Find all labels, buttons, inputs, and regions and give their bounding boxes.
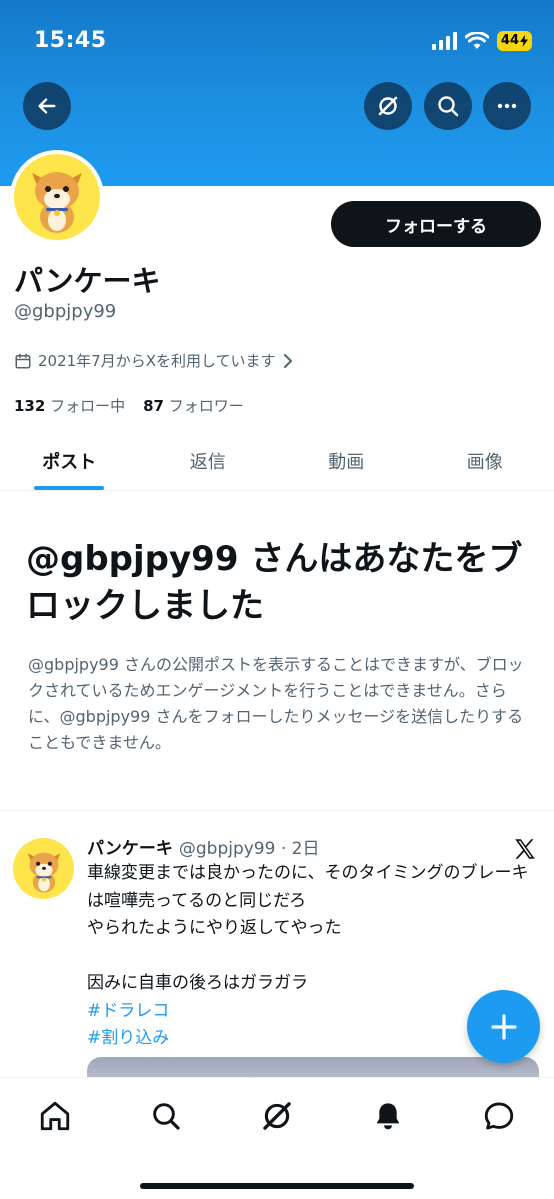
tab-label: 返信 — [189, 452, 226, 473]
shiba-dog-avatar — [32, 172, 82, 233]
plus-icon — [490, 1013, 517, 1040]
status-bar: 15:45 44 — [0, 0, 554, 80]
nav-grok[interactable] — [253, 1092, 301, 1140]
search-button[interactable] — [424, 82, 472, 130]
grok-icon — [263, 1102, 291, 1130]
battery-indicator: 44 — [496, 31, 532, 51]
compose-button[interactable] — [467, 990, 540, 1063]
section-divider — [0, 810, 554, 811]
nav-messages[interactable] — [475, 1092, 523, 1140]
tab-replies[interactable]: 返信 — [139, 432, 278, 490]
follow-button[interactable]: フォローする — [331, 201, 541, 247]
tweet-meta: @gbpjpy99 · 2日 — [178, 839, 320, 859]
shiba-dog-avatar — [27, 852, 60, 893]
signal-icon — [431, 32, 457, 50]
tab-label: 画像 — [466, 452, 503, 473]
followers-count: 87 — [143, 397, 164, 415]
profile-tabs: ポスト 返信 動画 画像 — [0, 432, 554, 491]
tab-label: 動画 — [328, 452, 365, 473]
tab-videos[interactable]: 動画 — [277, 432, 416, 490]
back-arrow-icon — [38, 98, 56, 114]
follow-stats: 132 フォロー中 87 フォロワー — [14, 395, 244, 416]
x-logo-icon — [515, 839, 535, 859]
status-icons: 44 — [431, 28, 532, 54]
wifi-icon — [464, 32, 489, 49]
following-count: 132 — [14, 397, 46, 415]
profile-avatar[interactable] — [10, 150, 104, 244]
search-icon — [438, 96, 459, 117]
more-button[interactable] — [483, 82, 531, 130]
home-icon — [40, 1101, 70, 1131]
blocked-title: @gbpjpy99 さんはあなたをブロックしました — [26, 539, 523, 626]
tweet-line: やられたようにやり返してやった — [87, 918, 342, 938]
followers-link[interactable]: 87 フォロワー — [143, 395, 244, 416]
status-time: 15:45 — [34, 28, 107, 53]
tweet-line: 車線変更までは良かったのに、そのタイミングのブレーキは喧嘩売ってるのと同じだろ — [87, 863, 529, 911]
bell-icon — [376, 1103, 400, 1130]
nav-notifications[interactable] — [364, 1092, 412, 1140]
nav-search[interactable] — [142, 1092, 190, 1140]
more-icon — [497, 103, 517, 109]
message-icon — [484, 1102, 514, 1130]
tweet-media[interactable] — [87, 1057, 539, 1079]
tab-images[interactable]: 画像 — [416, 432, 554, 490]
charging-icon — [520, 35, 528, 47]
tweet-author-avatar[interactable] — [13, 838, 74, 899]
tab-active-indicator — [34, 486, 105, 490]
joined-date[interactable]: 2021年7月からXを利用しています — [14, 350, 294, 371]
tweet-line: 因みに自車の後ろはガラガラ — [87, 973, 308, 993]
followers-label: フォロワー — [168, 397, 244, 415]
grok-button[interactable] — [364, 82, 412, 130]
following-link[interactable]: 132 フォロー中 — [14, 395, 125, 416]
search-icon — [153, 1103, 180, 1130]
blocked-description: @gbpjpy99 さんの公開ポストを表示することはできますが、ブロックされてい… — [28, 655, 524, 752]
joined-text: 2021年7月からXを利用しています — [38, 352, 276, 370]
back-button[interactable] — [23, 82, 71, 130]
bottom-nav — [0, 1077, 554, 1199]
chevron-right-icon — [283, 353, 292, 368]
home-indicator — [140, 1183, 414, 1189]
profile-handle: @gbpjpy99 — [14, 301, 117, 322]
grok-icon — [378, 96, 398, 116]
tweet-author-name[interactable]: パンケーキ — [87, 834, 173, 859]
following-label: フォロー中 — [50, 397, 126, 415]
nav-home[interactable] — [31, 1092, 79, 1140]
tweet-header: パンケーキ @gbpjpy99 · 2日 — [87, 834, 319, 859]
battery-level: 44 — [500, 33, 519, 48]
tab-label: ポスト — [42, 452, 97, 473]
tab-posts[interactable]: ポスト — [0, 432, 139, 490]
profile-name: パンケーキ — [14, 264, 161, 298]
calendar-icon — [15, 353, 31, 368]
